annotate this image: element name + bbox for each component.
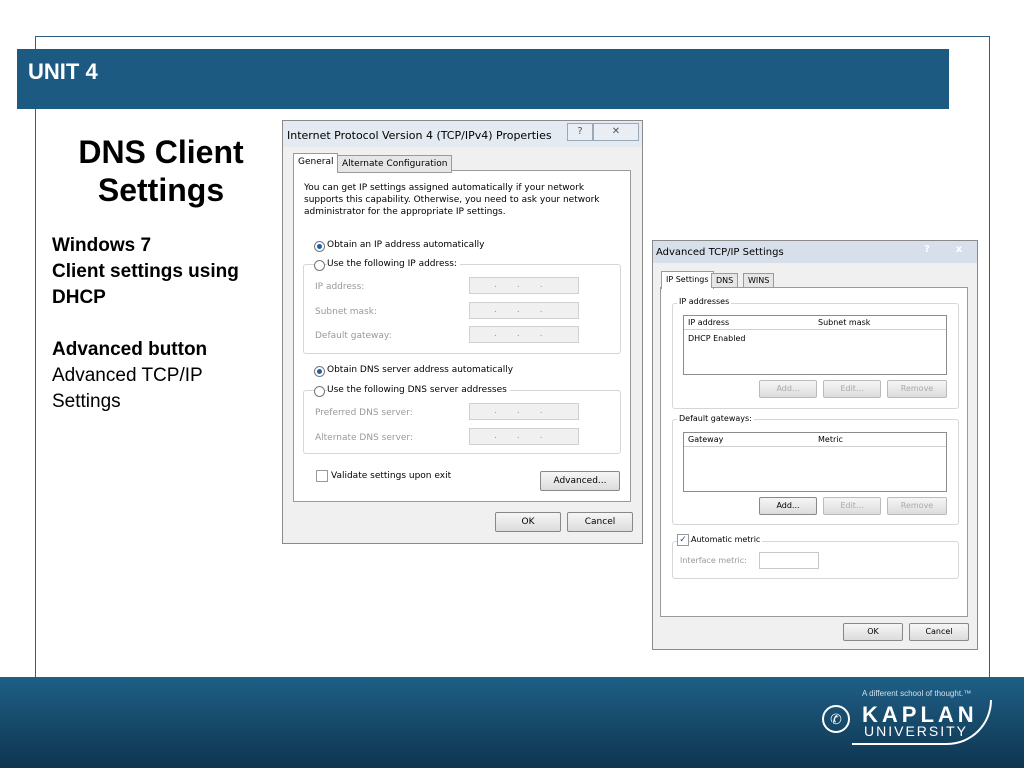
slide-title-line1: DNS Client (78, 134, 244, 170)
kaplan-logo-icon: ✆ (822, 705, 850, 733)
description-line: administrator for the appropriate IP set… (304, 207, 506, 217)
ip-address-field[interactable]: ... (469, 277, 579, 294)
slide-title-line2: Settings (97, 172, 225, 208)
subnet-mask-field[interactable]: ... (469, 302, 579, 319)
bullet-line: Windows 7 (52, 235, 152, 256)
default-gateways-group-label: Default gateways: (677, 414, 754, 423)
automatic-metric-checkbox[interactable]: ✓ (677, 534, 689, 546)
ok-button[interactable]: OK (843, 623, 903, 641)
dialog-title: Advanced TCP/IP Settings (656, 247, 784, 258)
radio-manual-dns[interactable] (314, 386, 325, 397)
radio-auto-dns-label: Obtain DNS server address automatically (327, 365, 514, 375)
ip-add-button[interactable]: Add... (759, 380, 817, 398)
list-item[interactable]: DHCP Enabled (688, 334, 745, 343)
tab-alternate-configuration[interactable]: Alternate Configuration (337, 155, 453, 173)
column-header-subnet-mask: Subnet mask (818, 318, 871, 327)
tab-general[interactable]: General (293, 153, 339, 172)
gateway-edit-button[interactable]: Edit... (823, 497, 881, 515)
slide-bullets: Windows 7 Client settings using DHCP Adv… (52, 233, 282, 415)
unit-title: UNIT 4 (28, 59, 98, 84)
tab-wins[interactable]: WINS (743, 273, 775, 288)
gateway-add-button[interactable]: Add... (759, 497, 817, 515)
validate-checkbox[interactable] (316, 470, 328, 482)
unit-header-bar (17, 49, 949, 109)
column-header-gateway: Gateway (688, 435, 724, 444)
default-gateway-field[interactable]: ... (469, 326, 579, 343)
subnet-mask-label: Subnet mask: (315, 307, 377, 317)
column-header-ip-address: IP address (688, 318, 730, 327)
bullet-line: Client settings using (52, 261, 239, 282)
radio-manual-dns-label: Use the following DNS server addresses (327, 385, 510, 395)
close-icon[interactable]: x (943, 242, 975, 258)
logo-subwordmark: UNIVERSITY (864, 723, 969, 739)
automatic-metric-label: Automatic metric (691, 535, 763, 544)
column-header-metric: Metric (818, 435, 843, 444)
alternate-dns-field[interactable]: ... (469, 428, 579, 445)
radio-manual-ip-label: Use the following IP address: (327, 259, 460, 269)
ip-edit-button[interactable]: Edit... (823, 380, 881, 398)
radio-manual-ip[interactable] (314, 260, 325, 271)
ip-address-list[interactable]: IP address Subnet mask DHCP Enabled (683, 315, 947, 375)
dialog-title: Internet Protocol Version 4 (TCP/IPv4) P… (287, 129, 552, 142)
description-line: You can get IP settings assigned automat… (304, 183, 585, 193)
ip-addresses-group-label: IP addresses (677, 297, 732, 306)
bullet-line: Advanced button (52, 339, 208, 360)
bullet-line: DHCP (52, 287, 106, 308)
validate-label: Validate settings upon exit (331, 471, 452, 481)
interface-metric-field[interactable] (759, 552, 819, 569)
ipv4-properties-dialog: Internet Protocol Version 4 (TCP/IPv4) P… (282, 120, 643, 544)
ok-button[interactable]: OK (495, 512, 561, 532)
gateway-list[interactable]: Gateway Metric (683, 432, 947, 492)
interface-metric-label: Interface metric: (680, 556, 747, 565)
radio-auto-dns[interactable] (314, 366, 325, 377)
preferred-dns-field[interactable]: ... (469, 403, 579, 420)
radio-auto-ip-label: Obtain an IP address automatically (327, 240, 485, 250)
slide-title: DNS Client Settings (48, 133, 274, 209)
footer-tagline: A different school of thought.™ (862, 689, 972, 698)
help-icon[interactable]: ? (913, 242, 941, 258)
radio-auto-ip[interactable] (314, 241, 325, 252)
cancel-button[interactable]: Cancel (909, 623, 969, 641)
description-line: supports this capability. Otherwise, you… (304, 195, 600, 205)
cancel-button[interactable]: Cancel (567, 512, 633, 532)
ip-remove-button[interactable]: Remove (887, 380, 947, 398)
advanced-tcpip-dialog: Advanced TCP/IP Settings ? x IP Settings… (652, 240, 978, 650)
tab-ip-settings[interactable]: IP Settings (661, 271, 714, 289)
ip-address-label: IP address: (315, 282, 365, 292)
help-icon[interactable]: ? (567, 123, 593, 141)
tab-dns[interactable]: DNS (711, 273, 739, 288)
gateway-remove-button[interactable]: Remove (887, 497, 947, 515)
close-icon[interactable]: ✕ (593, 123, 639, 141)
bullet-line: Settings (52, 391, 121, 412)
advanced-button[interactable]: Advanced... (540, 471, 620, 491)
preferred-dns-label: Preferred DNS server: (315, 408, 413, 418)
bullet-line: Advanced TCP/IP (52, 365, 203, 386)
alternate-dns-label: Alternate DNS server: (315, 433, 414, 443)
default-gateway-label: Default gateway: (315, 331, 392, 341)
